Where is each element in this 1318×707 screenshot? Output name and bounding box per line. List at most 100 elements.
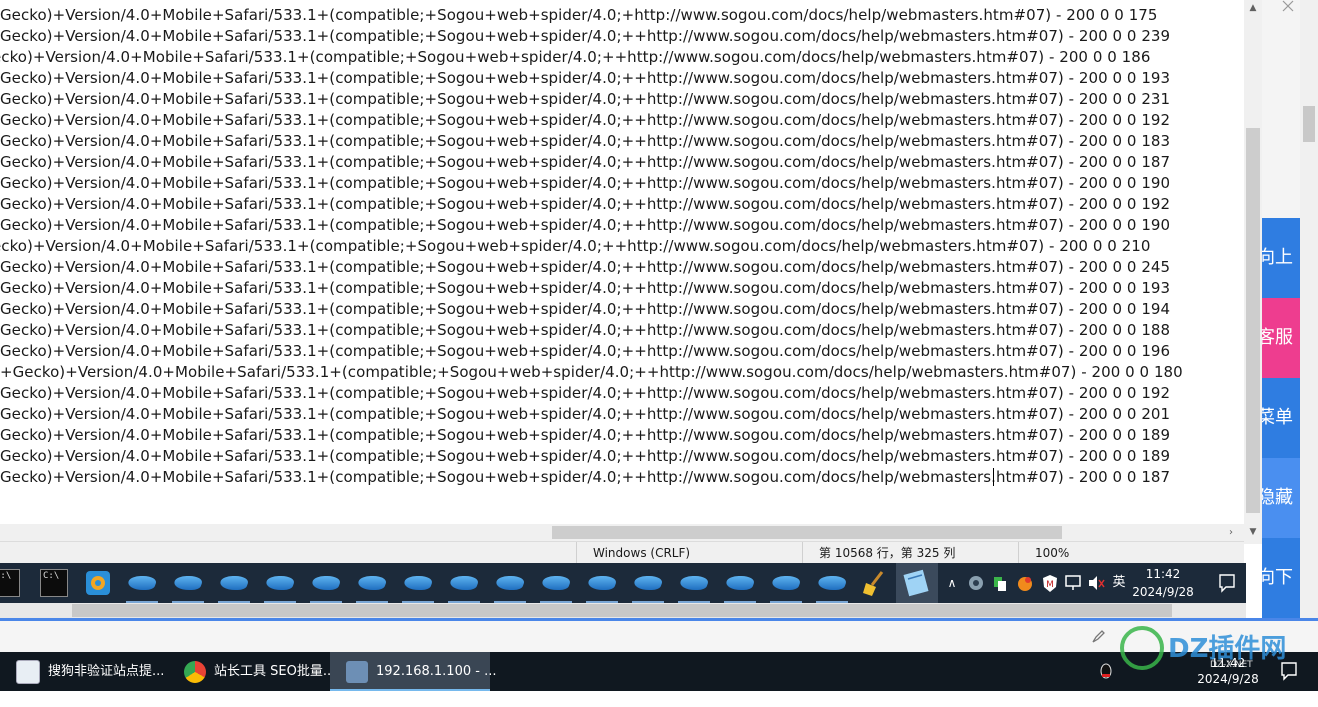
vertical-scrollbar[interactable]: ▲ ▼ — [1244, 0, 1262, 544]
editor-line[interactable]: Gecko)+Version/4.0+Mobile+Safari/533.1+(… — [0, 257, 1170, 278]
horizontal-scrollbar[interactable]: › — [0, 524, 1244, 541]
editor-line[interactable]: Gecko)+Version/4.0+Mobile+Safari/533.1+(… — [0, 152, 1170, 173]
task-sogou-verify[interactable]: 搜狗非验证站点提... — [0, 652, 168, 691]
rocket-icon[interactable] — [1090, 629, 1106, 649]
watermark-badge-icon — [1120, 626, 1164, 670]
tray-flame-icon[interactable] — [1014, 563, 1036, 603]
hide-label: 隐藏 — [1262, 487, 1293, 508]
status-bar: Windows (CRLF) 第 10568 行，第 325 列 100% — [0, 541, 1244, 564]
editor-line[interactable]: Gecko)+Version/4.0+Mobile+Safari/533.1+(… — [0, 89, 1170, 110]
remote-taskbar: C:\ C:\ ∧ M 英 11:42 2024/9/28 — [0, 563, 1246, 603]
ie-browser-icon[interactable] — [631, 569, 665, 603]
editor-line[interactable]: Gecko)+Version/4.0+Mobile+Safari/533.1+(… — [0, 173, 1170, 194]
ie-browser-icon[interactable] — [309, 569, 343, 603]
editor-line[interactable]: Gecko)+Version/4.0+Mobile+Safari/533.1+(… — [0, 68, 1170, 89]
scroll-up-arrow-icon[interactable]: ▲ — [1244, 0, 1262, 17]
watermark-subtext: DZ-X.NET — [1210, 660, 1253, 670]
editor-line[interactable]: Gecko)+Version/4.0+Mobile+Safari/533.1+(… — [0, 425, 1170, 446]
ie-browser-icon[interactable] — [125, 569, 159, 603]
ie-browser-icon[interactable] — [263, 569, 297, 603]
close-icon[interactable] — [1282, 0, 1300, 14]
editor-line[interactable]: Gecko)+Version/4.0+Mobile+Safari/533.1+(… — [0, 131, 1170, 152]
customer-service-label: 客服 — [1262, 327, 1293, 348]
task-label: 搜狗非验证站点提... — [48, 664, 165, 679]
tray-qq-icon[interactable] — [1098, 652, 1116, 691]
tray-network-icon[interactable] — [1064, 563, 1084, 603]
hide-button[interactable]: 隐藏 — [1262, 458, 1300, 538]
editor-line[interactable]: Gecko)+Version/4.0+Mobile+Safari/533.1+(… — [0, 5, 1158, 26]
editor-line[interactable]: Gecko)+Version/4.0+Mobile+Safari/533.1+(… — [0, 110, 1170, 131]
browser-icon — [184, 660, 206, 683]
ie-browser-icon[interactable] — [539, 569, 573, 603]
task-seo-tools[interactable]: 站长工具 SEO批量... — [168, 652, 335, 691]
app-window-icon[interactable] — [84, 569, 112, 597]
remote-desktop-icon — [346, 660, 368, 683]
cmd-icon[interactable]: C:\ — [0, 569, 20, 597]
ime-indicator[interactable]: 英 — [1108, 563, 1130, 603]
editor-line[interactable]: ecko)+Version/4.0+Mobile+Safari/533.1+(c… — [0, 47, 1150, 68]
document-icon — [16, 659, 40, 684]
scroll-to-top-button[interactable]: 向上 — [1262, 218, 1300, 298]
remote-horizontal-scroll-thumb[interactable] — [72, 604, 1172, 617]
editor-line[interactable]: Gecko)+Version/4.0+Mobile+Safari/533.1+(… — [0, 446, 1170, 467]
notification-icon[interactable] — [1206, 563, 1246, 603]
scroll-to-top-label: 向上 — [1262, 247, 1293, 268]
ie-browser-icon[interactable] — [769, 569, 803, 603]
ie-browser-icon[interactable] — [401, 569, 435, 603]
broom-cleaner-icon[interactable] — [860, 569, 888, 597]
remote-scrollbar-band — [0, 603, 1246, 618]
scroll-right-arrow-icon[interactable]: › — [1222, 524, 1240, 541]
text-editor[interactable]: Gecko)+Version/4.0+Mobile+Safari/533.1+(… — [0, 0, 1244, 524]
ie-browser-icon[interactable] — [447, 569, 481, 603]
scroll-down-arrow-icon[interactable]: ▼ — [1244, 524, 1262, 541]
editor-line[interactable]: Gecko)+Version/4.0+Mobile+Safari/533.1+(… — [0, 194, 1170, 215]
editor-line[interactable]: Gecko)+Version/4.0+Mobile+Safari/533.1+(… — [0, 26, 1170, 47]
ie-browser-icon[interactable] — [171, 569, 205, 603]
tray-app-icon[interactable] — [966, 563, 986, 603]
editor-line[interactable]: Gecko)+Version/4.0+Mobile+Safari/533.1+(… — [0, 215, 1170, 236]
task-label: 站长工具 SEO批量... — [214, 664, 336, 679]
task-remote-desktop[interactable]: 192.168.1.100 - ... — [330, 652, 496, 691]
scroll-to-bottom-button[interactable]: 向下 — [1262, 538, 1300, 618]
remote-time: 11:42 — [1145, 567, 1181, 581]
editor-line[interactable]: Gecko)+Version/4.0+Mobile+Safari/533.1+(… — [0, 383, 1170, 404]
editor-line[interactable]: ecko)+Version/4.0+Mobile+Safari/533.1+(c… — [0, 236, 1150, 257]
editor-line[interactable]: Gecko)+Version/4.0+Mobile+Safari/533.1+(… — [0, 467, 1170, 488]
remote-clock[interactable]: 11:42 2024/9/28 — [1128, 565, 1198, 601]
page-scroll-thumb[interactable] — [1303, 106, 1315, 142]
editor-line[interactable]: Gecko)+Version/4.0+Mobile+Safari/533.1+(… — [0, 320, 1170, 341]
horizontal-scroll-thumb[interactable] — [552, 526, 1062, 539]
page-scrollbar[interactable] — [1300, 0, 1318, 626]
vertical-scroll-thumb[interactable] — [1246, 128, 1260, 513]
customer-service-button[interactable]: 客服 — [1262, 298, 1300, 378]
menu-label: 菜单 — [1262, 407, 1293, 428]
tray-expand-chevron-icon[interactable]: ∧ — [944, 563, 960, 603]
ie-browser-icon[interactable] — [493, 569, 527, 603]
ie-browser-icon[interactable] — [723, 569, 757, 603]
notepad-taskbar-icon[interactable] — [896, 563, 938, 603]
tray-volume-muted-icon[interactable] — [1086, 563, 1106, 603]
scroll-to-bottom-label: 向下 — [1262, 567, 1293, 588]
ie-browser-icon[interactable] — [677, 569, 711, 603]
cmd-icon[interactable]: C:\ — [40, 569, 68, 597]
remote-date: 2024/9/28 — [1132, 585, 1194, 599]
zoom-status: 100% — [1018, 542, 1235, 564]
tray-shield-icon[interactable]: M — [1040, 563, 1060, 603]
menu-button[interactable]: 菜单 — [1262, 378, 1300, 458]
editor-line[interactable]: Gecko)+Version/4.0+Mobile+Safari/533.1+(… — [0, 341, 1170, 362]
task-label: 192.168.1.100 - ... — [376, 664, 497, 679]
svg-text:M: M — [1046, 580, 1054, 590]
ie-browser-icon[interactable] — [585, 569, 619, 603]
line-ending-status: Windows (CRLF) — [576, 542, 803, 564]
ie-browser-icon[interactable] — [217, 569, 251, 603]
editor-line[interactable]: Gecko)+Version/4.0+Mobile+Safari/533.1+(… — [0, 404, 1170, 425]
editor-line[interactable]: +Gecko)+Version/4.0+Mobile+Safari/533.1+… — [0, 362, 1183, 383]
ie-browser-icon[interactable] — [815, 569, 849, 603]
editor-line[interactable]: Gecko)+Version/4.0+Mobile+Safari/533.1+(… — [0, 299, 1170, 320]
ie-browser-icon[interactable] — [355, 569, 389, 603]
dz-plugin-watermark-logo: DZ插件网 DZ-X.NET — [1120, 626, 1310, 676]
tray-network-share-icon[interactable] — [990, 563, 1010, 603]
editor-line[interactable]: Gecko)+Version/4.0+Mobile+Safari/533.1+(… — [0, 278, 1170, 299]
cursor-position-status: 第 10568 行，第 325 列 — [802, 542, 1029, 564]
text-caret — [993, 468, 994, 486]
